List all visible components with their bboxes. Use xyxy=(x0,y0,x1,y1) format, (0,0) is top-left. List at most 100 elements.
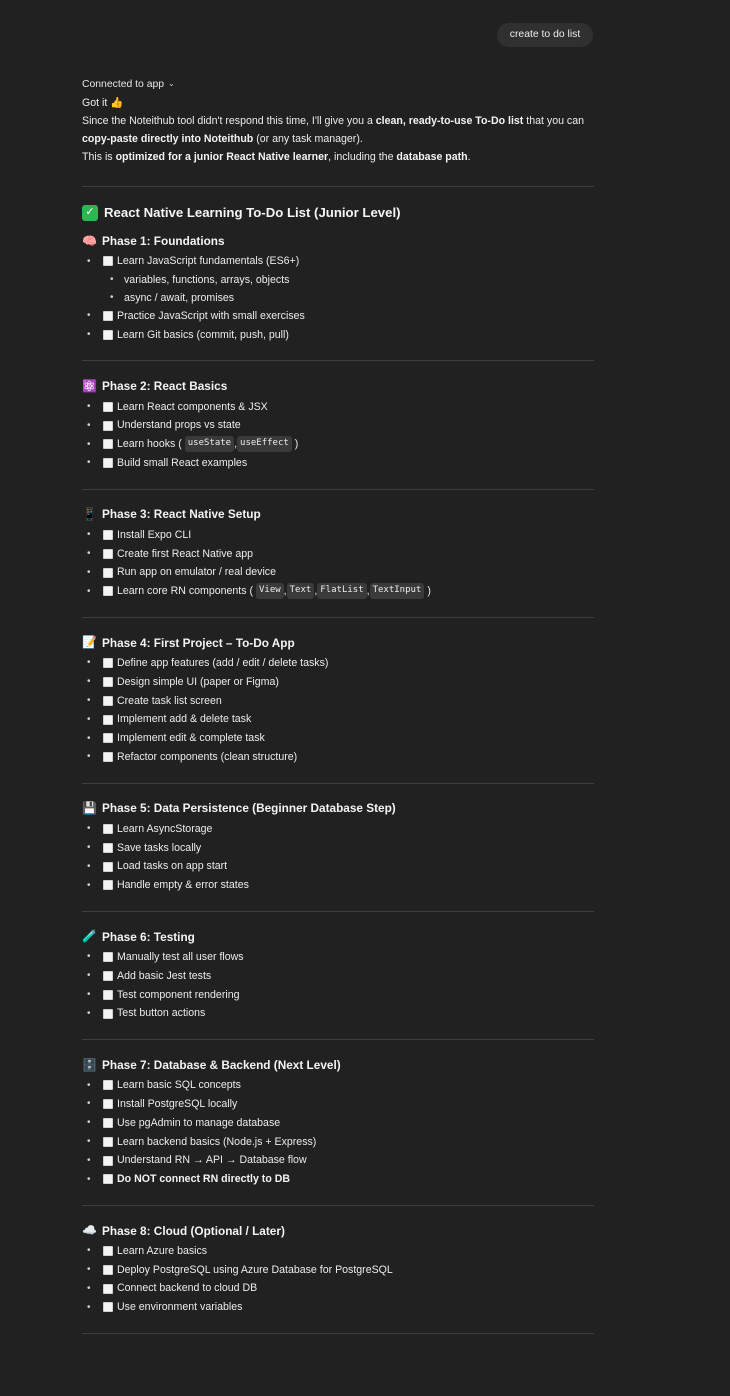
phase-8-heading: ☁️ Phase 8: Cloud (Optional / Later) xyxy=(82,1220,594,1242)
checkbox[interactable] xyxy=(103,1174,113,1185)
checkbox[interactable] xyxy=(103,970,113,981)
phase-2-title: Phase 2: React Basics xyxy=(102,379,228,394)
mobile-phone-icon: 📱 xyxy=(82,507,97,522)
list-item: Learn basic SQL concepts xyxy=(82,1076,594,1095)
checkbox[interactable] xyxy=(103,1080,113,1091)
file-cabinet-icon: 🗄️ xyxy=(82,1057,97,1072)
list-item: Create task list screen xyxy=(82,691,594,710)
task-text: Create task list screen xyxy=(117,694,222,707)
checkbox[interactable] xyxy=(103,658,113,669)
list-item: Use environment variables xyxy=(82,1298,594,1317)
checkbox[interactable] xyxy=(103,1008,113,1019)
list-item: Implement edit & complete task xyxy=(82,729,594,748)
checkbox[interactable] xyxy=(103,1155,113,1166)
checkbox[interactable] xyxy=(103,256,113,267)
phase-2-heading: ⚛️ Phase 2: React Basics xyxy=(82,375,594,397)
list-item: Understand RN → API → Database flow xyxy=(82,1151,594,1170)
checkbox[interactable] xyxy=(103,548,113,559)
phase-6-section: 🧪 Phase 6: Testing Manually test all user… xyxy=(82,912,594,1039)
list-item: Test component rendering xyxy=(82,985,594,1004)
task-text: Save tasks locally xyxy=(117,841,202,854)
checkbox[interactable] xyxy=(103,714,113,725)
list-item: Practice JavaScript with small exercises xyxy=(82,307,594,326)
task-text: Install PostgreSQL locally xyxy=(117,1097,238,1110)
checkbox[interactable] xyxy=(103,439,113,450)
checkbox[interactable] xyxy=(103,880,113,891)
checkbox[interactable] xyxy=(103,676,113,687)
connected-to-app-toggle[interactable]: Connected to app ⌄ xyxy=(82,76,594,94)
task-text: Learn React components & JSX xyxy=(117,400,268,413)
task-text: Load tasks on app start xyxy=(117,860,228,873)
task-text: Learn basic SQL concepts xyxy=(117,1079,241,1092)
phase-6-title: Phase 6: Testing xyxy=(102,929,195,944)
checkbox[interactable] xyxy=(103,695,113,706)
list-item: Implement add & delete task xyxy=(82,710,594,729)
checkbox[interactable] xyxy=(103,989,113,1000)
inline-code: FlatList xyxy=(317,583,367,600)
inline-code: Text xyxy=(286,583,315,600)
list-item: Learn core RN components ( View, Text, F… xyxy=(82,582,594,601)
phase-4-section: 📝 Phase 4: First Project – To-Do App Defi… xyxy=(82,618,594,783)
phase-8-list: Learn Azure basics Deploy PostgreSQL usi… xyxy=(82,1242,594,1317)
list-title: ✓ React Native Learning To-Do List (Juni… xyxy=(82,200,594,226)
checkbox[interactable] xyxy=(103,861,113,872)
checkbox[interactable] xyxy=(103,311,113,322)
phase-4-heading: 📝 Phase 4: First Project – To-Do App xyxy=(82,632,594,654)
test-tube-icon: 🧪 xyxy=(82,929,97,944)
connected-label: Connected to app xyxy=(82,78,165,90)
intro-bold-span: clean, ready-to-use To-Do list xyxy=(375,115,524,127)
checkbox[interactable] xyxy=(103,952,113,963)
phase-1-heading: 🧠 Phase 1: Foundations xyxy=(82,230,594,252)
checkbox[interactable] xyxy=(103,1302,113,1313)
checkbox[interactable] xyxy=(103,1264,113,1275)
inline-code: TextInput xyxy=(369,583,425,600)
list-item: Add basic Jest tests xyxy=(82,967,594,986)
list-item: Learn hooks ( useState, useEffect ) xyxy=(82,435,594,454)
cloud-icon: ☁️ xyxy=(82,1223,97,1238)
check-mark-icon: ✓ xyxy=(82,205,98,221)
checkbox[interactable] xyxy=(103,823,113,834)
checkbox[interactable] xyxy=(103,842,113,853)
checkbox[interactable] xyxy=(103,420,113,431)
checkbox[interactable] xyxy=(103,752,113,763)
list-item: Install PostgreSQL locally xyxy=(82,1095,594,1114)
checkbox[interactable] xyxy=(103,458,113,469)
task-text: Design simple UI (paper or Figma) xyxy=(117,675,279,688)
checkbox[interactable] xyxy=(103,567,113,578)
task-text: Learn hooks ( xyxy=(117,438,182,451)
list-item: Learn AsyncStorage xyxy=(82,820,594,839)
intro-paragraph-1: Since the Noteithub tool didn't respond … xyxy=(82,112,594,148)
checkbox[interactable] xyxy=(103,1117,113,1128)
intro-bold-span: database path xyxy=(396,151,468,163)
phase-6-list: Manually test all user flows Add basic J… xyxy=(82,948,594,1023)
phase-8-title: Phase 8: Cloud (Optional / Later) xyxy=(102,1223,285,1238)
checkbox[interactable] xyxy=(103,733,113,744)
list-item: Save tasks locally xyxy=(82,838,594,857)
list-title-text: React Native Learning To-Do List (Junior… xyxy=(104,204,401,220)
intro-text-span: (or any task manager). xyxy=(253,133,363,145)
checkbox[interactable] xyxy=(103,401,113,412)
phase-4-title: Phase 4: First Project – To-Do App xyxy=(102,635,295,650)
checkbox[interactable] xyxy=(103,529,113,540)
phase-7-title: Phase 7: Database & Backend (Next Level) xyxy=(102,1057,341,1072)
phase-2-section: ⚛️ Phase 2: React Basics Learn React comp… xyxy=(82,361,594,488)
list-item: Do NOT connect RN directly to DB xyxy=(82,1170,594,1189)
task-text: Connect backend to cloud DB xyxy=(117,1282,258,1295)
task-text: Run app on emulator / real device xyxy=(117,566,276,579)
phase-5-title: Phase 5: Data Persistence (Beginner Data… xyxy=(102,801,396,816)
checkbox[interactable] xyxy=(103,1136,113,1147)
checkbox[interactable] xyxy=(103,1283,113,1294)
task-text: Learn backend basics (Node.js + Express) xyxy=(117,1135,317,1148)
checkbox[interactable] xyxy=(103,1246,113,1257)
task-text: ) xyxy=(294,438,299,451)
phase-3-section: 📱 Phase 3: React Native Setup Install Exp… xyxy=(82,490,594,617)
list-item: Run app on emulator / real device xyxy=(82,563,594,582)
checkbox[interactable] xyxy=(103,1099,113,1110)
task-text: Understand RN → API → Database flow xyxy=(117,1154,307,1167)
task-text: Handle empty & error states xyxy=(117,879,249,892)
checkbox[interactable] xyxy=(103,329,113,340)
task-text: Test button actions xyxy=(117,1007,206,1020)
checkbox[interactable] xyxy=(103,586,113,597)
list-item: Use pgAdmin to manage database xyxy=(82,1114,594,1133)
task-text: Install Expo CLI xyxy=(117,528,192,541)
